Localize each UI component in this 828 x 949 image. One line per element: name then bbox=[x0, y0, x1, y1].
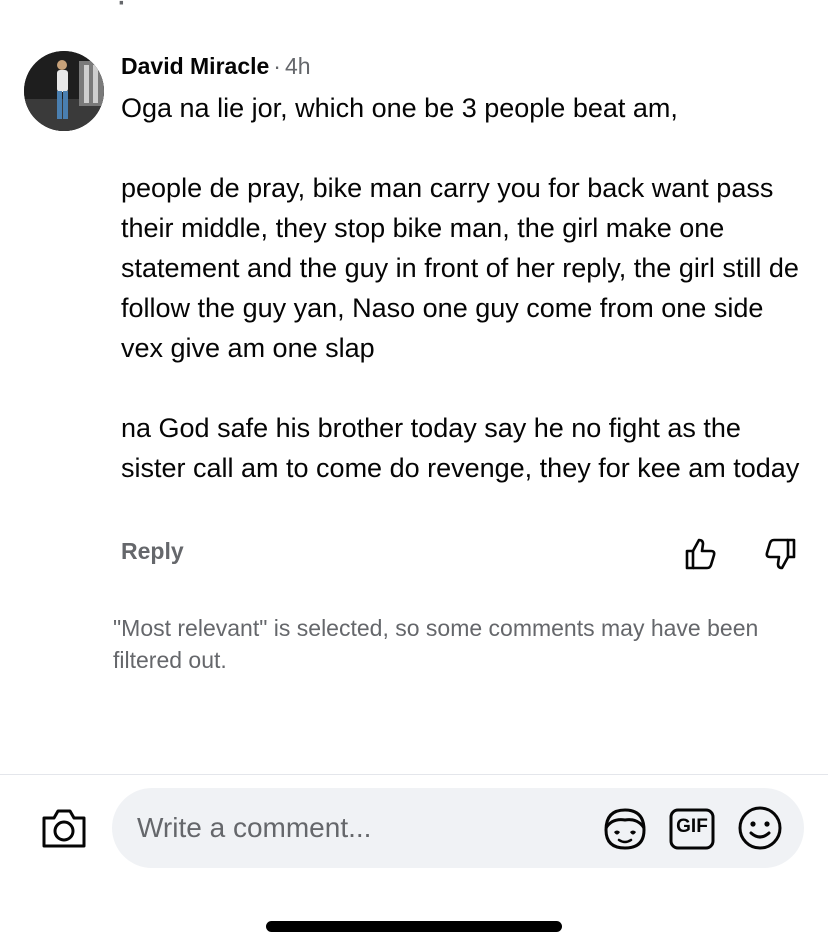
gif-icon[interactable]: GIF bbox=[668, 806, 716, 852]
thumbs-up-icon[interactable] bbox=[683, 536, 719, 572]
smiley-icon[interactable] bbox=[736, 804, 784, 852]
meta-separator: · bbox=[273, 53, 281, 79]
previous-reaction-icons bbox=[680, 0, 800, 6]
comment-paragraph: Oga na lie jor, which one be 3 people be… bbox=[121, 93, 678, 123]
comment-header: David Miracle · 4h bbox=[121, 51, 311, 81]
comment-paragraph: people de pray, bike man carry you for b… bbox=[121, 173, 799, 363]
gif-label: GIF bbox=[676, 816, 708, 837]
camera-icon[interactable] bbox=[40, 806, 88, 850]
comment-input-placeholder[interactable]: Write a comment... bbox=[137, 808, 371, 848]
filter-note: "Most relevant" is selected, so some com… bbox=[113, 615, 759, 673]
previous-reply-remnant: · bbox=[118, 0, 126, 17]
avatar[interactable] bbox=[24, 51, 104, 131]
author-name[interactable]: David Miracle bbox=[121, 53, 269, 79]
home-indicator[interactable] bbox=[266, 921, 562, 932]
avatar-sticker-icon[interactable] bbox=[600, 806, 650, 852]
comment-paragraph: na God safe his brother today say he no … bbox=[121, 413, 800, 483]
reply-button[interactable]: Reply bbox=[121, 538, 184, 565]
comment-time[interactable]: 4h bbox=[285, 53, 311, 79]
comment-body: Oga na lie jor, which one be 3 people be… bbox=[121, 88, 811, 488]
thumbs-down-icon[interactable] bbox=[762, 536, 798, 572]
avatar-photo-icon bbox=[24, 51, 104, 131]
